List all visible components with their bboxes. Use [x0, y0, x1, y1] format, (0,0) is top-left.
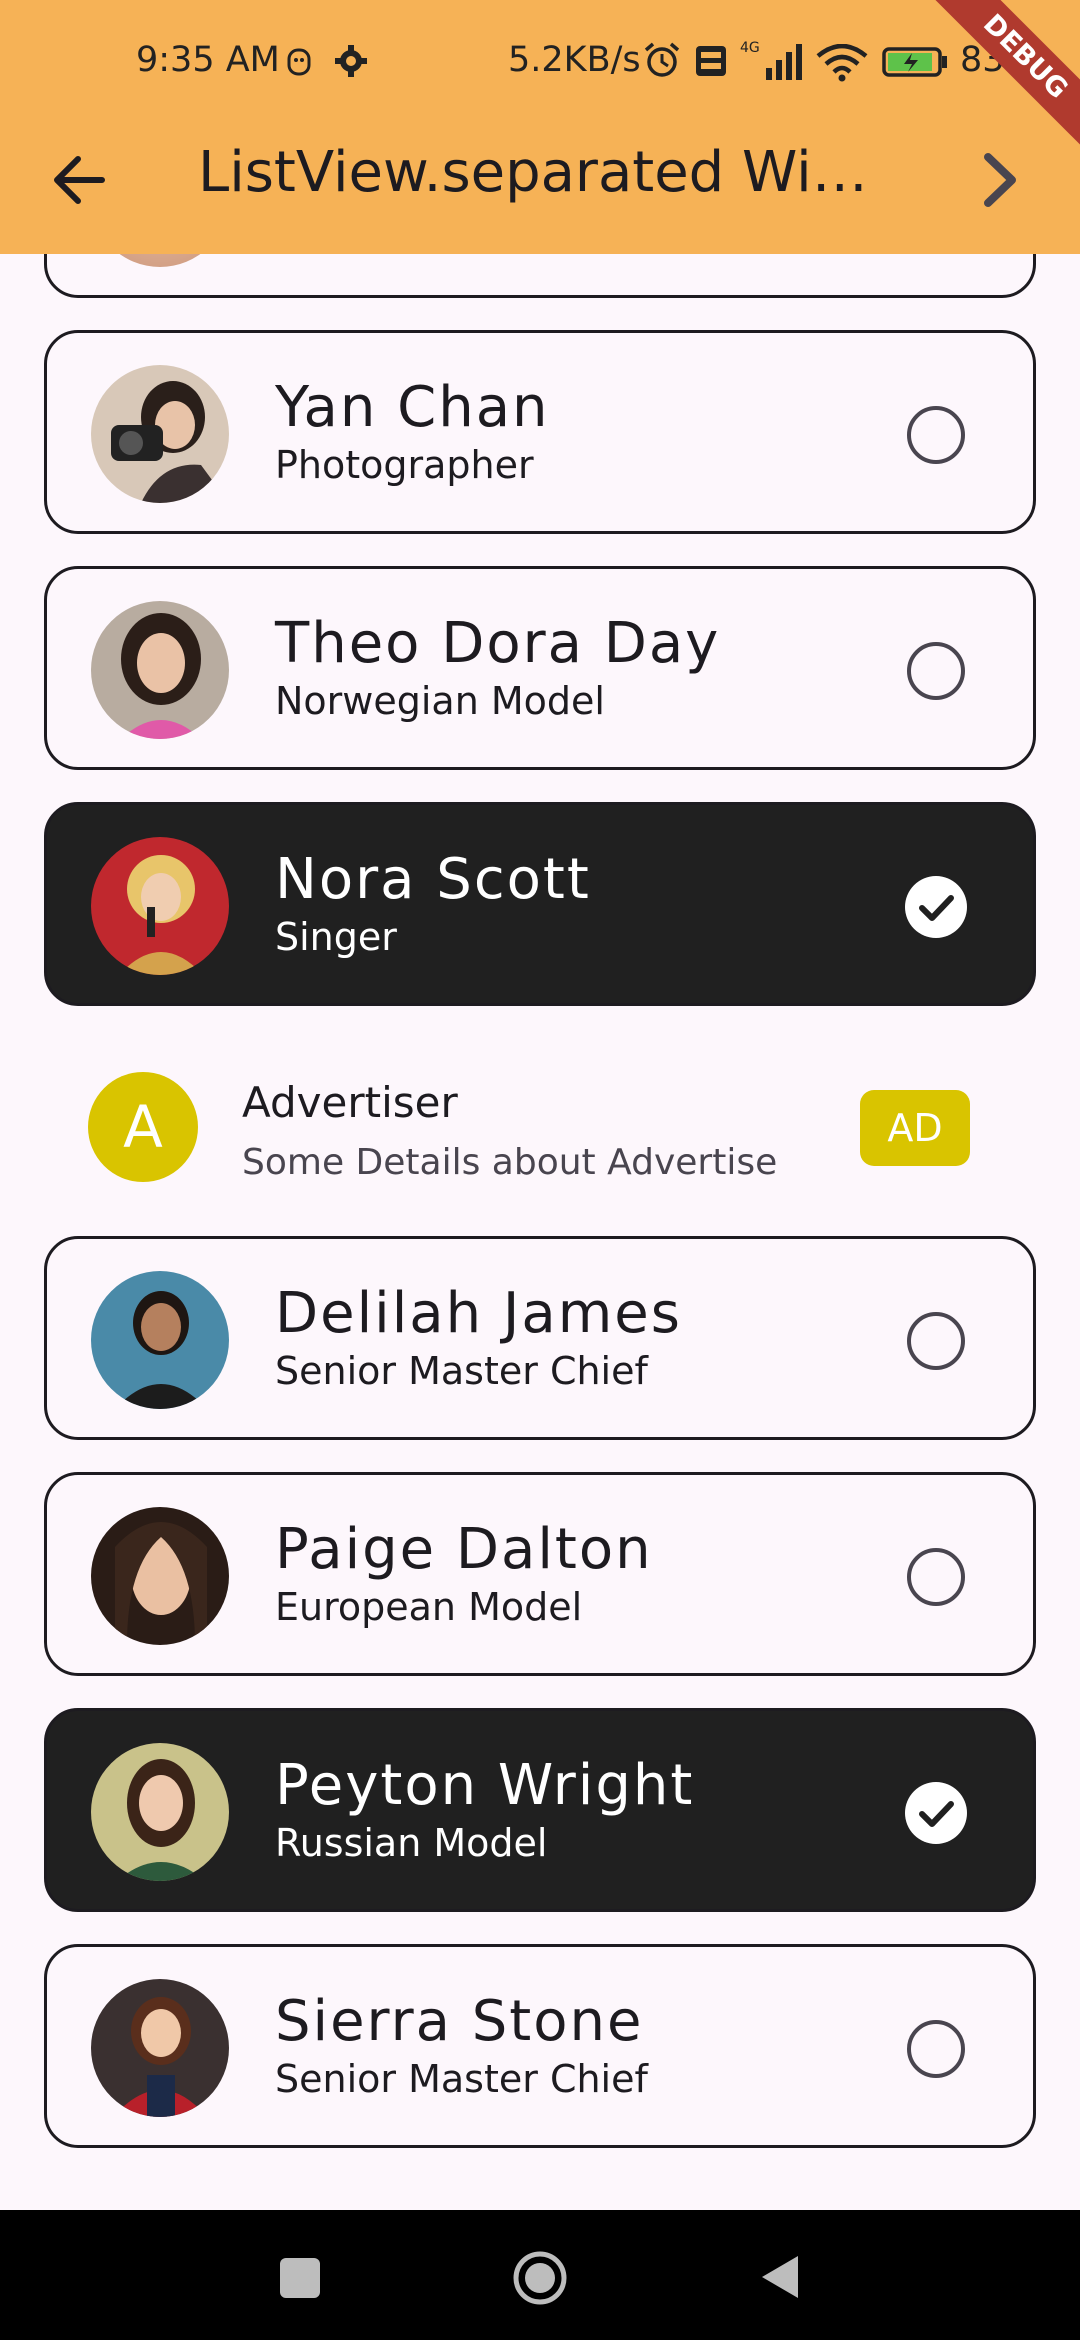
person-name: Yan Chan	[275, 375, 550, 440]
list-item[interactable]: Delilah James Senior Master Chief	[44, 1236, 1036, 1440]
ad-badge: AD	[860, 1090, 970, 1166]
avatar	[91, 1979, 229, 2117]
wifi-icon	[816, 44, 868, 82]
avatar	[91, 1507, 229, 1645]
gear-icon	[335, 45, 367, 77]
radio-unchecked-icon[interactable]	[907, 642, 965, 700]
person-name: Peyton Wright	[275, 1753, 695, 1818]
person-role: Photographer	[275, 443, 534, 487]
list-item[interactable]: Paige Dalton European Model	[44, 1472, 1036, 1676]
ad-list-item[interactable]: A Advertiser Some Details about Advertis…	[0, 1042, 1080, 1212]
person-name: Paige Dalton	[275, 1517, 653, 1582]
radio-unchecked-icon[interactable]	[907, 2020, 965, 2078]
person-name: Sierra Stone	[275, 1989, 644, 2054]
network-speed: 5.2KB/s	[508, 40, 641, 80]
list-item[interactable]: Yan Chan Photographer	[44, 330, 1036, 534]
avatar	[91, 1271, 229, 1409]
check-circle-icon[interactable]	[905, 1782, 967, 1844]
radio-unchecked-icon[interactable]	[907, 1312, 965, 1370]
avatar	[91, 601, 229, 739]
svg-text:4G: 4G	[740, 40, 760, 56]
list-item-selected[interactable]: Peyton Wright Russian Model	[44, 1708, 1036, 1912]
person-role: Senior Master Chief	[275, 1349, 648, 1393]
cell-signal-icon: 4G	[740, 40, 802, 80]
person-role: Singer	[275, 915, 397, 959]
list-item-selected[interactable]: Nora Scott Singer	[44, 802, 1036, 1006]
avatar	[91, 837, 229, 975]
ad-avatar: A	[88, 1072, 198, 1182]
list-item[interactable]: Sierra Stone Senior Master Chief	[44, 1944, 1036, 2148]
person-role: Russian Model	[275, 1821, 548, 1865]
page-title: ListView.separated Wid…	[198, 140, 898, 205]
person-name: Nora Scott	[275, 847, 591, 912]
person-name: Delilah James	[275, 1281, 682, 1346]
volte-icon	[696, 46, 726, 76]
app-bar: 9:35 AM 5.2KB/s 4G 83 ListView.separated…	[0, 0, 1080, 254]
chevron-right-icon[interactable]	[966, 145, 1036, 215]
check-circle-icon[interactable]	[905, 876, 967, 938]
status-bar: 9:35 AM 5.2KB/s 4G 83	[0, 0, 1080, 126]
radio-unchecked-icon[interactable]	[907, 406, 965, 464]
status-time: 9:35 AM	[136, 40, 280, 80]
person-role: European Model	[275, 1585, 583, 1629]
avatar	[91, 1743, 229, 1881]
avatar	[91, 254, 229, 267]
battery-icon	[882, 47, 947, 77]
person-name: Theo Dora Day	[275, 611, 721, 676]
list-item[interactable]: Theo Dora Day Norwegian Model	[44, 566, 1036, 770]
recents-icon[interactable]	[276, 2254, 324, 2302]
ad-title: Advertiser	[242, 1078, 458, 1127]
person-role: Norwegian Model	[275, 679, 605, 723]
radio-unchecked-icon[interactable]	[907, 1548, 965, 1606]
alarm-icon	[644, 42, 680, 77]
back-arrow-icon[interactable]	[44, 145, 114, 215]
face-icon	[287, 48, 311, 76]
list-item-partial[interactable]	[44, 254, 1036, 298]
ad-subtitle: Some Details about Advertise	[242, 1142, 778, 1183]
avatar	[91, 365, 229, 503]
back-triangle-icon[interactable]	[758, 2252, 802, 2302]
person-role: Senior Master Chief	[275, 2057, 648, 2101]
home-icon[interactable]	[510, 2248, 570, 2308]
system-nav-bar	[0, 2210, 1080, 2340]
people-list[interactable]: Yan Chan Photographer Theo Dora Day Norw…	[0, 254, 1080, 2210]
